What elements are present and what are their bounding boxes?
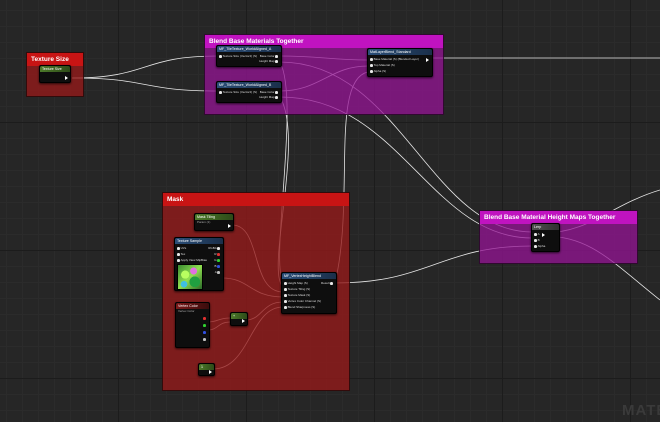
node-title: MF_TileTexture_WorldAligned_B (217, 82, 281, 88)
wire-size-to-mf-b (71, 77, 219, 92)
mf-tile-texture-b-node[interactable]: MF_TileTexture_WorldAligned_B Texture Si… (216, 81, 282, 103)
output-pin[interactable] (228, 224, 231, 228)
input-pin-height-map[interactable]: Height Map (S) (284, 281, 308, 285)
output-pin-a[interactable] (203, 337, 207, 341)
pin-dot-icon (275, 95, 278, 99)
output-pin-g[interactable]: G (214, 258, 221, 262)
pin-dot-icon (203, 316, 206, 320)
pin-dot-icon (177, 258, 180, 262)
output-pin-base-color[interactable]: Base Color (260, 90, 279, 94)
input-pin-vertex-channel[interactable]: Vertex Color Channel (S) (284, 299, 321, 303)
mask-tiling-node[interactable]: Mask Tiling Param (1) (194, 213, 234, 231)
pin-dot-icon (534, 244, 537, 248)
lerp-node[interactable]: Lerp A B Alpha (531, 223, 560, 252)
pin-dot-icon (219, 54, 222, 58)
output-pin-a[interactable]: A (215, 270, 221, 274)
pin-dot-icon (370, 63, 373, 67)
watermark-text: MATE (622, 402, 660, 419)
input-pin-a[interactable]: A (534, 232, 540, 236)
input-pin-alpha[interactable]: Alpha (S) (370, 69, 386, 73)
input-pin-texture-mask[interactable]: Texture Mask (S) (284, 293, 310, 297)
output-pin-r[interactable]: R (214, 252, 221, 256)
output-pin-g[interactable] (203, 323, 207, 327)
pin-dot-icon (534, 238, 537, 242)
pin-dot-icon (217, 252, 220, 256)
pin-dot-icon (217, 246, 220, 250)
pin-dot-icon (284, 299, 287, 303)
pin-dot-icon (275, 90, 278, 94)
output-pin[interactable] (242, 319, 245, 323)
node-title: Texture Sample (175, 238, 223, 244)
node-title: MatLayerBlend_Standard (368, 49, 432, 55)
pin-dot-icon (177, 252, 180, 256)
output-pin[interactable] (209, 370, 212, 374)
pin-dot-icon (203, 337, 206, 341)
pin-dot-icon (370, 69, 373, 73)
pin-dot-icon (284, 293, 287, 297)
wire-size-to-mf-a (71, 55, 219, 79)
pin-dot-icon (203, 323, 206, 327)
pin-dot-icon (284, 305, 287, 309)
input-pin-base-material[interactable]: Base Material (S) (Blended Layer) (370, 57, 419, 61)
pin-dot-icon (370, 57, 373, 61)
output-pin-r[interactable] (203, 316, 207, 320)
add-node[interactable]: + (230, 312, 248, 326)
node-title: Texture Size (40, 66, 70, 72)
pin-dot-icon (275, 54, 278, 58)
pin-dot-icon (284, 287, 287, 291)
output-pin[interactable] (426, 58, 429, 62)
node-subtitle: Vertex Color (178, 309, 195, 313)
constant-node[interactable]: 1 (198, 363, 215, 376)
pin-dot-icon (177, 246, 180, 250)
pin-dot-icon (284, 281, 287, 285)
pin-dot-icon (219, 90, 222, 94)
input-pin-texture-tiling[interactable]: Texture Tiling (S) (284, 287, 310, 291)
node-title: Lerp (532, 224, 559, 230)
input-pin-texture-size[interactable]: Texture Size (Vector2) (S) (219, 54, 257, 58)
output-pin-b[interactable] (203, 330, 207, 334)
texture-size-param-node[interactable]: Texture Size (39, 65, 71, 83)
input-pin-texture-size[interactable]: Texture Size (Vector2) (S) (219, 90, 257, 94)
pin-dot-icon (217, 270, 220, 274)
node-title: MF_VertexHeightBlend (282, 273, 336, 279)
comment-title: Blend Base Material Height Maps Together (480, 211, 637, 224)
input-pin-uvs[interactable]: UVs (177, 246, 186, 250)
input-pin-tex[interactable]: Tex (177, 252, 185, 256)
pin-dot-icon (203, 330, 206, 334)
pin-dot-icon (534, 232, 537, 236)
output-pin-rgb[interactable]: RGBA (208, 246, 221, 250)
output-pin-height-map[interactable]: Height Map (259, 95, 279, 99)
mat-layer-blend-node[interactable]: MatLayerBlend_Standard Base Material (S)… (367, 48, 433, 77)
mf-tile-texture-a-node[interactable]: MF_TileTexture_WorldAligned_A Texture Si… (216, 45, 282, 67)
vertex-color-node[interactable]: Vertex Color Vertex Color (175, 302, 210, 348)
texture-preview-thumbnail (177, 264, 203, 290)
pin-dot-icon (217, 264, 220, 268)
input-pin-b[interactable]: B (534, 238, 540, 242)
comment-title: Mask (163, 193, 349, 206)
input-pin-apply-mip[interactable]: Apply View MipBias (177, 258, 207, 262)
node-title: MF_TileTexture_WorldAligned_A (217, 46, 281, 52)
output-pin[interactable] (65, 76, 68, 80)
input-pin-top-material[interactable]: Top Material (S) (370, 63, 395, 67)
pin-dot-icon (217, 258, 220, 262)
output-pin[interactable] (542, 233, 545, 237)
output-pin-result[interactable]: Result (321, 281, 334, 285)
texture-sample-node[interactable]: Texture Sample UVs Tex Apply View MipBia… (174, 237, 224, 291)
input-pin-blend-sharpness[interactable]: Blend Sharpness (S) (284, 305, 315, 309)
pin-dot-icon (330, 281, 333, 285)
pin-dot-icon (275, 59, 278, 63)
output-pin-base-color[interactable]: Base Color (260, 54, 279, 58)
mf-vertex-height-blend-node[interactable]: MF_VertexHeightBlend Height Map (S) Text… (281, 272, 337, 314)
input-pin-alpha[interactable]: Alpha (534, 244, 545, 248)
output-pin-b[interactable]: B (215, 264, 221, 268)
output-pin-height-map[interactable]: Height Map (259, 59, 279, 63)
